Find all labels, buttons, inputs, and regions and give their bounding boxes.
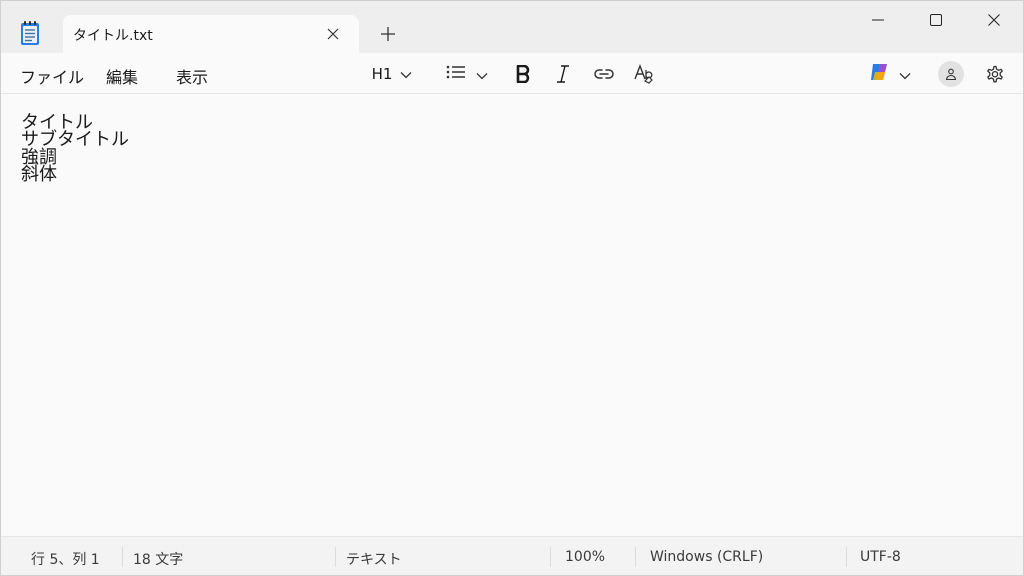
tab-document[interactable]: タイトル.txt [63,15,359,53]
minimize-icon[interactable] [849,1,907,39]
chevron-down-icon [400,65,412,83]
plus-icon[interactable] [373,22,403,46]
encoding[interactable]: UTF-8 [860,549,901,565]
bold-icon[interactable] [509,60,537,88]
italic-icon[interactable] [549,60,577,88]
status-divider [846,547,847,567]
gear-icon[interactable] [981,60,1009,88]
zoom-level[interactable]: 100% [565,549,605,565]
notepad-icon [19,20,41,46]
status-divider [335,547,336,567]
chevron-down-icon [899,65,911,84]
menu-bar: ファイル 編集 表示 H1 [1,53,1023,94]
menu-edit[interactable]: 編集 [106,64,138,88]
status-bar: 行 5、列 1 18 文字 テキスト 100% Windows (CRLF) U… [1,536,1023,575]
heading-dropdown[interactable]: H1 [369,60,423,88]
menu-file[interactable]: ファイル [20,64,84,88]
cursor-position: 行 5、列 1 [31,552,100,568]
close-icon[interactable] [321,23,345,45]
tab-title: タイトル.txt [73,28,153,44]
status-divider [122,547,123,567]
text-editor[interactable]: タイトル サブタイトル 強調 斜体 [1,94,1023,536]
menu-view[interactable]: 表示 [176,64,208,88]
heading-label: H1 [371,65,393,83]
editor-line: 斜体 [21,164,57,185]
list-dropdown[interactable] [441,60,493,88]
chevron-down-icon [476,65,488,84]
copilot-icon [869,61,891,87]
link-icon[interactable] [589,60,619,88]
text-format[interactable]: テキスト [346,549,402,569]
account-button[interactable] [937,60,965,88]
character-count: 18 文字 [133,552,184,568]
status-divider [550,547,551,567]
line-ending[interactable]: Windows (CRLF) [650,549,763,565]
copilot-button[interactable] [863,60,917,88]
account-icon [938,61,964,87]
clear-formatting-icon[interactable] [629,60,659,88]
notepad-window: タイトル.txt ファイル 編集 表示 H1 タイトル サブタイトル 強調 斜体… [0,0,1024,576]
title-bar: タイトル.txt [1,1,1023,53]
bulleted-list-icon [446,64,466,84]
close-icon[interactable] [965,1,1023,39]
maximize-icon[interactable] [907,1,965,39]
status-divider [635,547,636,567]
